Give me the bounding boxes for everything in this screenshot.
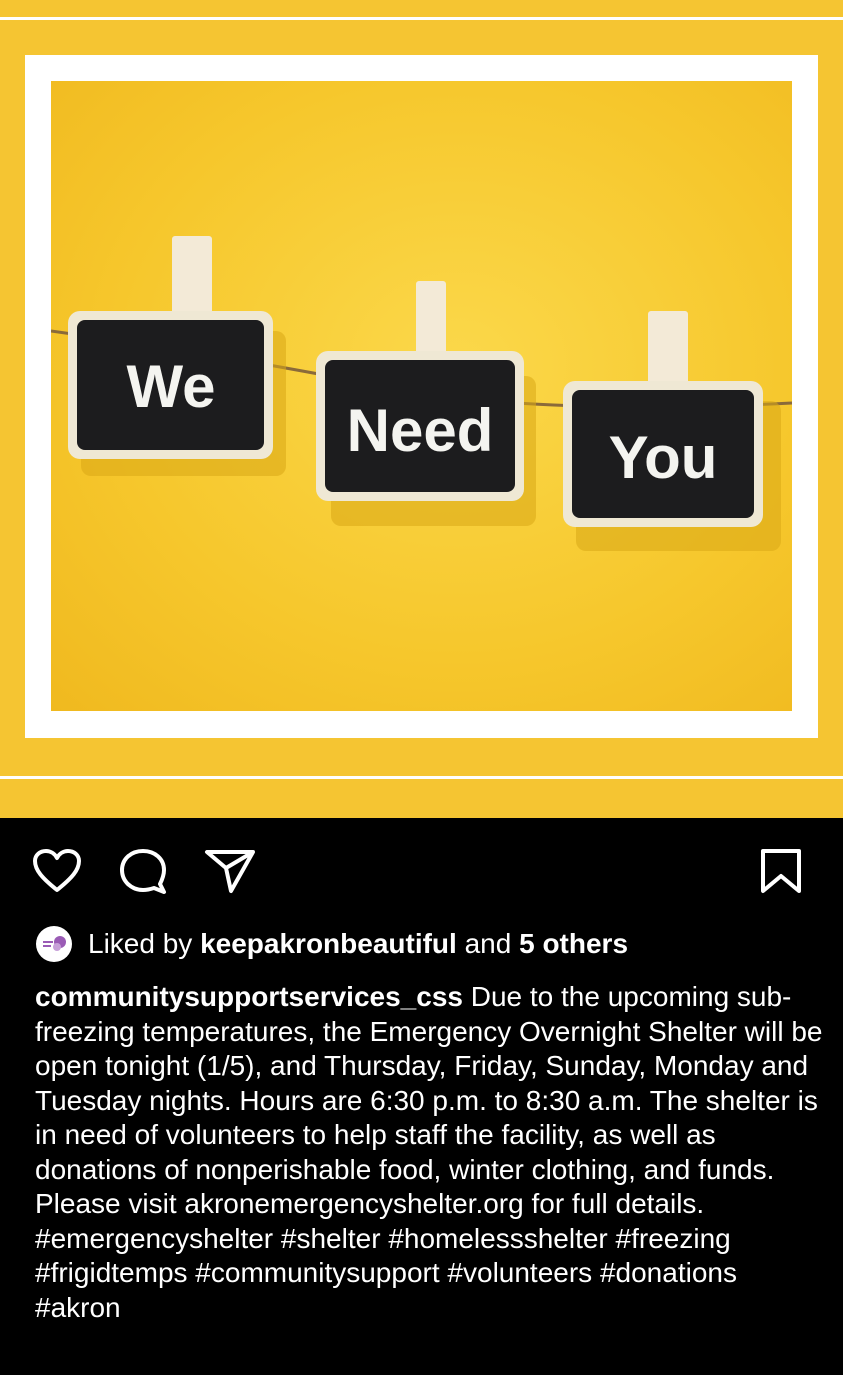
heart-icon[interactable] bbox=[32, 848, 82, 899]
hashtag-link[interactable]: #emergencyshelter bbox=[35, 1223, 273, 1254]
hashtag-link[interactable]: #shelter bbox=[281, 1223, 381, 1254]
clothespin bbox=[416, 281, 446, 361]
signs-illustration: We Need You bbox=[51, 236, 792, 551]
post-image[interactable]: We Need You bbox=[0, 0, 843, 818]
clothespin bbox=[648, 311, 688, 391]
others-likes-link[interactable]: 5 others bbox=[519, 928, 628, 960]
caption-username-link[interactable]: communitysupportservices_css bbox=[35, 981, 463, 1012]
hashtag-link[interactable]: #donations bbox=[600, 1257, 737, 1288]
hashtag-link[interactable]: #homelessshelter bbox=[388, 1223, 607, 1254]
likes-middle: and bbox=[464, 928, 512, 959]
bottom-border-line bbox=[0, 776, 843, 779]
hashtag-link[interactable]: #frigidtemps bbox=[35, 1257, 188, 1288]
hashtag-link[interactable]: #freezing bbox=[616, 1223, 731, 1254]
send-icon[interactable] bbox=[204, 848, 256, 899]
top-border-line bbox=[0, 17, 843, 20]
sign-text-need: Need bbox=[347, 397, 494, 464]
post-actions-bar bbox=[0, 818, 843, 918]
sign-text-you: You bbox=[609, 424, 718, 491]
sign-you: You bbox=[563, 381, 763, 527]
likes-prefix: Liked by bbox=[88, 928, 193, 959]
bookmark-icon[interactable] bbox=[760, 848, 802, 899]
likes-summary: Liked by keepakronbeautiful and 5 others bbox=[36, 925, 628, 963]
comment-icon[interactable] bbox=[118, 848, 168, 899]
hashtag-link[interactable]: #akron bbox=[35, 1292, 121, 1323]
sign-text-we: We bbox=[127, 353, 216, 420]
avatar[interactable] bbox=[36, 926, 72, 962]
photo: We Need You bbox=[51, 81, 792, 711]
caption: communitysupportservices_css Due to the … bbox=[35, 980, 825, 1325]
sign-we: We bbox=[68, 311, 273, 459]
hashtag-link[interactable]: #communitysupport bbox=[195, 1257, 439, 1288]
liked-by-user-link[interactable]: keepakronbeautiful bbox=[200, 928, 457, 960]
sign-need: Need bbox=[316, 351, 524, 501]
caption-text: Due to the upcoming sub-freezing tempera… bbox=[35, 981, 823, 1219]
hashtag-link[interactable]: #volunteers bbox=[447, 1257, 592, 1288]
clothespin bbox=[172, 236, 212, 316]
